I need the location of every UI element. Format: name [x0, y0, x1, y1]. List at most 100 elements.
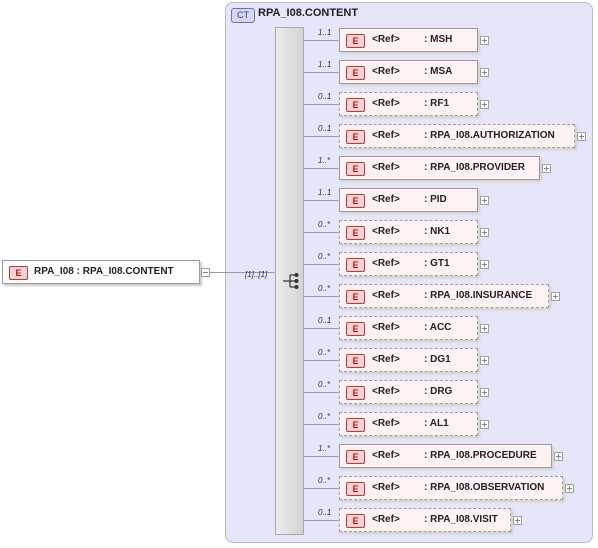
- expand-icon[interactable]: [565, 484, 574, 493]
- child-multiplicity: 1..1: [318, 28, 332, 37]
- child-connector: [304, 360, 339, 361]
- sequence-icon[interactable]: [282, 272, 300, 290]
- child-connector: [304, 72, 339, 73]
- element-name: : RPA_I08.PROVIDER: [424, 162, 525, 173]
- element-badge: E: [346, 130, 365, 144]
- child-element[interactable]: E <Ref>: RPA_I08.INSURANCE: [339, 284, 549, 308]
- element-badge: E: [346, 290, 365, 304]
- child-connector: [304, 328, 339, 329]
- expand-icon[interactable]: [480, 356, 489, 365]
- element-badge: E: [346, 418, 365, 432]
- expand-icon[interactable]: [480, 196, 489, 205]
- child-connector: [304, 264, 339, 265]
- child-multiplicity: 0..*: [318, 476, 331, 485]
- expand-icon[interactable]: [551, 292, 560, 301]
- child-connector: [304, 488, 339, 489]
- ref-label: <Ref>: [372, 162, 400, 173]
- child-connector: [304, 392, 339, 393]
- element-name: : RPA_I08.OBSERVATION: [424, 482, 545, 493]
- ref-label: <Ref>: [372, 450, 400, 461]
- ref-label: <Ref>: [372, 322, 400, 333]
- element-badge: E: [346, 258, 365, 272]
- child-element[interactable]: E <Ref> : NK1: [339, 220, 478, 244]
- child-multiplicity: 0..*: [318, 284, 331, 293]
- child-multiplicity: 0..*: [318, 220, 331, 229]
- element-badge: E: [346, 450, 365, 464]
- child-connector: [304, 136, 339, 137]
- expand-icon[interactable]: [554, 452, 563, 461]
- collapse-icon[interactable]: [201, 268, 210, 277]
- expand-icon[interactable]: [480, 388, 489, 397]
- child-element[interactable]: E <Ref> : MSH: [339, 28, 478, 52]
- child-element[interactable]: E <Ref>: DG1: [339, 348, 478, 372]
- ref-label: <Ref>: [372, 290, 400, 301]
- child-connector: [304, 232, 339, 233]
- child-element[interactable]: E <Ref>: PID: [339, 188, 478, 212]
- child-multiplicity: 1..1: [318, 60, 332, 69]
- element-name: : RF1: [424, 98, 449, 109]
- expand-icon[interactable]: [480, 228, 489, 237]
- ref-label: <Ref>: [372, 226, 400, 237]
- element-name: : NK1: [424, 226, 451, 237]
- element-name: : MSA: [424, 66, 453, 77]
- child-element[interactable]: E <Ref> : RPA_I08.PROCEDURE: [339, 444, 552, 468]
- child-multiplicity: 1..*: [318, 444, 331, 453]
- element-badge: E: [346, 66, 365, 80]
- child-element[interactable]: E <Ref> : AL1: [339, 412, 478, 436]
- element-name: : AL1: [424, 418, 449, 429]
- element-badge: E: [346, 354, 365, 368]
- expand-icon[interactable]: [480, 420, 489, 429]
- child-multiplicity: 0..*: [318, 412, 331, 421]
- ref-label: <Ref>: [372, 386, 400, 397]
- child-multiplicity: 0..*: [318, 380, 331, 389]
- expand-icon[interactable]: [542, 164, 551, 173]
- element-badge: E: [346, 162, 365, 176]
- element-name: : PID: [424, 194, 447, 205]
- child-element[interactable]: E <Ref>: RPA_I08.VISIT: [339, 508, 511, 532]
- ref-label: <Ref>: [372, 66, 400, 77]
- ref-label: <Ref>: [372, 194, 400, 205]
- expand-icon[interactable]: [480, 260, 489, 269]
- child-element[interactable]: E <Ref>: DRG: [339, 380, 478, 404]
- child-multiplicity: 0..1: [318, 124, 332, 133]
- expand-icon[interactable]: [480, 36, 489, 45]
- expand-icon[interactable]: [513, 516, 522, 525]
- root-multiplicity: [1]..[1]: [245, 270, 268, 279]
- element-badge: E: [346, 482, 365, 496]
- ref-label: <Ref>: [372, 418, 400, 429]
- element-name: : RPA_I08.PROCEDURE: [424, 450, 537, 461]
- child-element[interactable]: E <Ref> : RF1: [339, 92, 478, 116]
- child-multiplicity: 0..1: [318, 92, 332, 101]
- element-badge: E: [346, 514, 365, 528]
- child-connector: [304, 200, 339, 201]
- element-name: : DG1: [424, 354, 451, 365]
- child-element[interactable]: E <Ref>: GT1: [339, 252, 478, 276]
- expand-icon[interactable]: [480, 68, 489, 77]
- element-badge: E: [346, 322, 365, 336]
- ref-label: <Ref>: [372, 34, 400, 45]
- element-name: : ACC: [424, 322, 452, 333]
- child-multiplicity: 1..*: [318, 156, 331, 165]
- expand-icon[interactable]: [577, 132, 586, 141]
- expand-icon[interactable]: [480, 100, 489, 109]
- child-connector: [304, 40, 339, 41]
- ref-label: <Ref>: [372, 98, 400, 109]
- child-element[interactable]: E <Ref>: RPA_I08.OBSERVATION: [339, 476, 563, 500]
- child-multiplicity: 0..1: [318, 508, 332, 517]
- child-connector: [304, 424, 339, 425]
- child-element[interactable]: E <Ref> : RPA_I08.PROVIDER: [339, 156, 540, 180]
- root-element[interactable]: E RPA_I08 : RPA_I08.CONTENT: [2, 260, 200, 284]
- child-multiplicity: 0..*: [318, 348, 331, 357]
- element-badge: E: [346, 226, 365, 240]
- ref-label: <Ref>: [372, 130, 400, 141]
- element-badge: E: [346, 34, 365, 48]
- child-element[interactable]: E <Ref> : MSA: [339, 60, 478, 84]
- child-element[interactable]: E <Ref> : ACC: [339, 316, 478, 340]
- expand-icon[interactable]: [480, 324, 489, 333]
- element-badge: E: [346, 98, 365, 112]
- element-name: : GT1: [424, 258, 450, 269]
- child-multiplicity: 0..*: [318, 252, 331, 261]
- child-element[interactable]: E <Ref>: RPA_I08.AUTHORIZATION: [339, 124, 575, 148]
- element-name: : MSH: [424, 34, 453, 45]
- child-multiplicity: 0..1: [318, 316, 332, 325]
